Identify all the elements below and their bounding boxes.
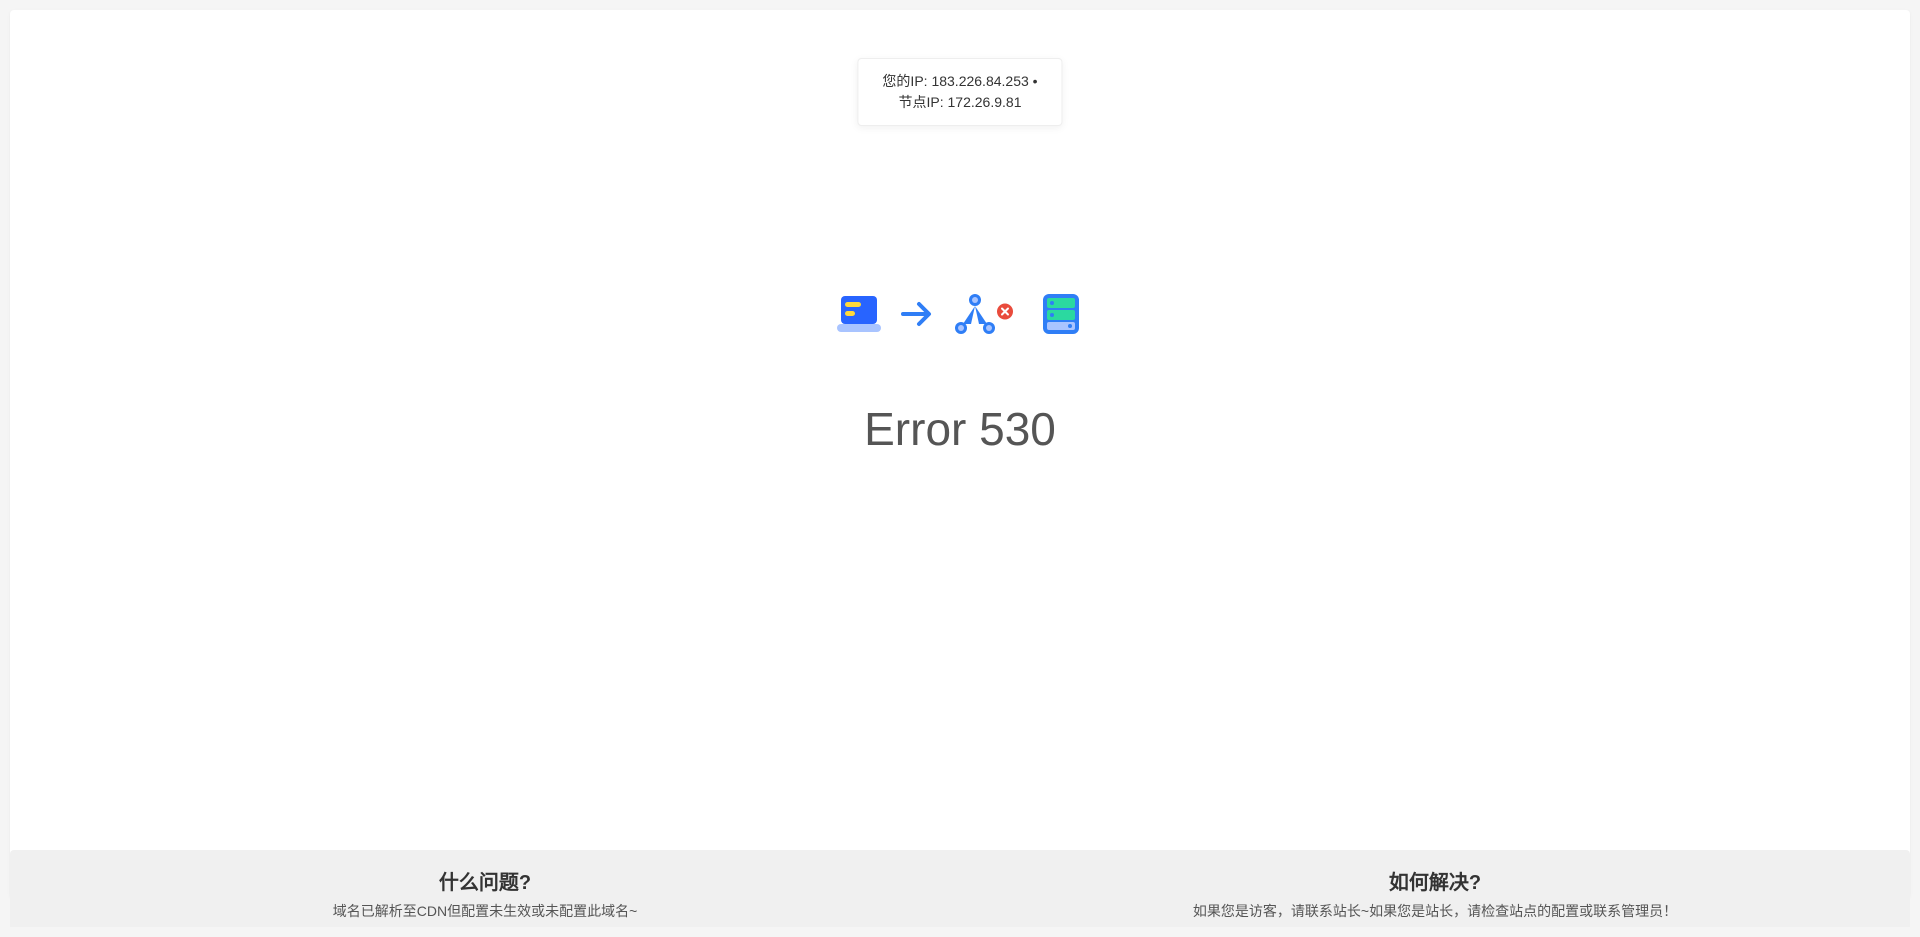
error-badge-icon [997,304,1013,325]
error-title: Error 530 [864,402,1056,456]
cdn-icon [951,290,999,338]
footer-problem-block: 什么问题? 域名已解析至CDN但配置未生效或未配置此域名~ [10,866,960,921]
ip-info-box: 您的IP: 183.226.84.253 • 节点IP: 172.26.9.81 [857,58,1062,126]
footer: 什么问题? 域名已解析至CDN但配置未生效或未配置此域名~ 如何解决? 如果您是… [10,850,1910,927]
node-ip-value: 172.26.9.81 [948,94,1022,110]
footer-problem-desc: 域名已解析至CDN但配置未生效或未配置此域名~ [10,901,960,921]
footer-problem-title: 什么问题? [10,866,960,895]
node-ip-label: 节点IP: [899,94,944,110]
ip-separator: • [1033,73,1038,89]
footer-solution-title: 如何解决? [960,866,1910,895]
your-ip-value: 183.226.84.253 [931,73,1028,89]
footer-solution-block: 如何解决? 如果您是访客，请联系站长~如果您是站长，请检查站点的配置或联系管理员… [960,866,1910,921]
client-icon [835,290,883,338]
server-icon [1037,290,1085,338]
footer-solution-desc: 如果您是访客，请联系站长~如果您是站长，请检查站点的配置或联系管理员！ [960,901,1910,921]
connection-diagram [835,290,1085,338]
your-ip-label: 您的IP: [882,73,927,89]
main-container: 您的IP: 183.226.84.253 • 节点IP: 172.26.9.81 [10,10,1910,898]
ip-info-line2: 节点IP: 172.26.9.81 [882,92,1037,113]
ip-info-line1: 您的IP: 183.226.84.253 • [882,71,1037,92]
arrow-right-icon [899,296,935,332]
